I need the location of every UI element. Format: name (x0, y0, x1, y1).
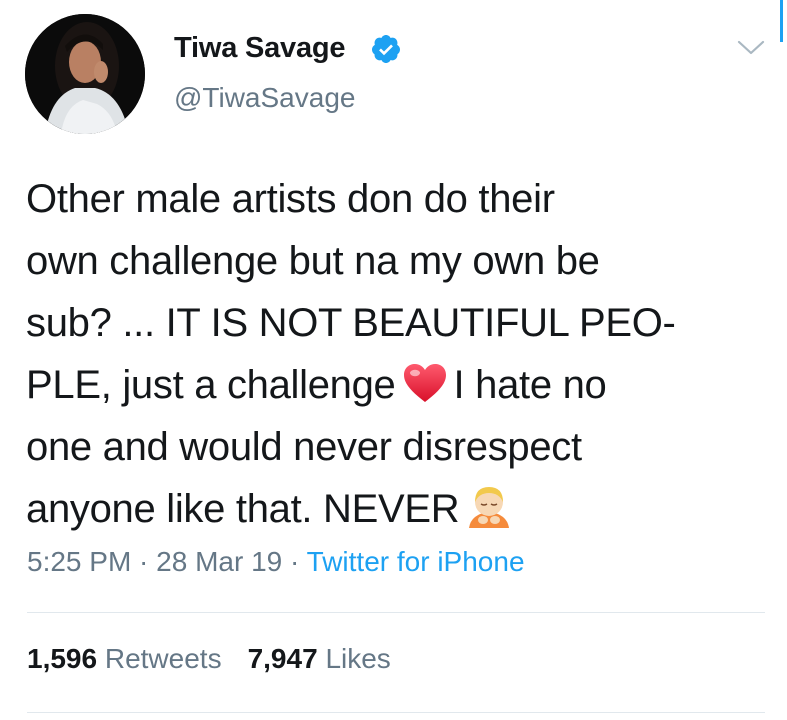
tweet-date[interactable]: 28 Mar 19 (156, 546, 282, 577)
tweet-time[interactable]: 5:25 PM (27, 546, 131, 577)
tweet-stats: 1,596 Retweets 7,947 Likes (27, 643, 391, 675)
meta-separator: · (282, 546, 307, 577)
meta-separator: · (131, 546, 157, 577)
tweet-line: sub? ... IT IS NOT BEAUTIFUL PEO- (26, 301, 676, 345)
person-bowing-emoji (469, 487, 510, 528)
tweet-source-link[interactable]: Twitter for iPhone (307, 546, 525, 577)
verified-badge-icon (371, 35, 400, 63)
tweet-text: Other male artists don do their own chal… (26, 168, 756, 540)
tweet-line: own challenge but na my own be (26, 239, 600, 283)
tweet-line: one and would never disrespect (26, 425, 582, 469)
avatar[interactable] (25, 14, 145, 134)
retweets-count: 1,596 (27, 643, 98, 674)
tweet-line-part: I hate no (453, 363, 607, 407)
tweet-line-part: PLE, just a challenge (26, 363, 396, 407)
heart-emoji (403, 364, 446, 402)
tweet-card: Tiwa Savage @TiwaSavage Other male artis… (0, 0, 787, 720)
tweet-line: PLE, just a challenge I hate no (26, 354, 756, 416)
divider (27, 612, 765, 613)
scroll-indicator (780, 0, 783, 42)
retweets-label: Retweets (104, 643, 222, 674)
tweet-line: anyone like that. NEVER (26, 478, 756, 540)
likes-label: Likes (325, 643, 391, 674)
retweets-stat[interactable]: 1,596 Retweets (27, 643, 222, 674)
display-name[interactable]: Tiwa Savage (174, 32, 346, 65)
user-handle[interactable]: @TiwaSavage (174, 82, 355, 114)
tweet-meta: 5:25 PM · 28 Mar 19 · Twitter for iPhone (27, 546, 525, 578)
tweet-line-part: anyone like that. NEVER (26, 487, 460, 531)
tweet-line: Other male artists don do their (26, 177, 555, 221)
likes-count: 7,947 (247, 643, 318, 674)
divider (27, 712, 765, 713)
chevron-down-icon[interactable] (733, 36, 769, 58)
likes-stat[interactable]: 7,947 Likes (248, 643, 391, 674)
